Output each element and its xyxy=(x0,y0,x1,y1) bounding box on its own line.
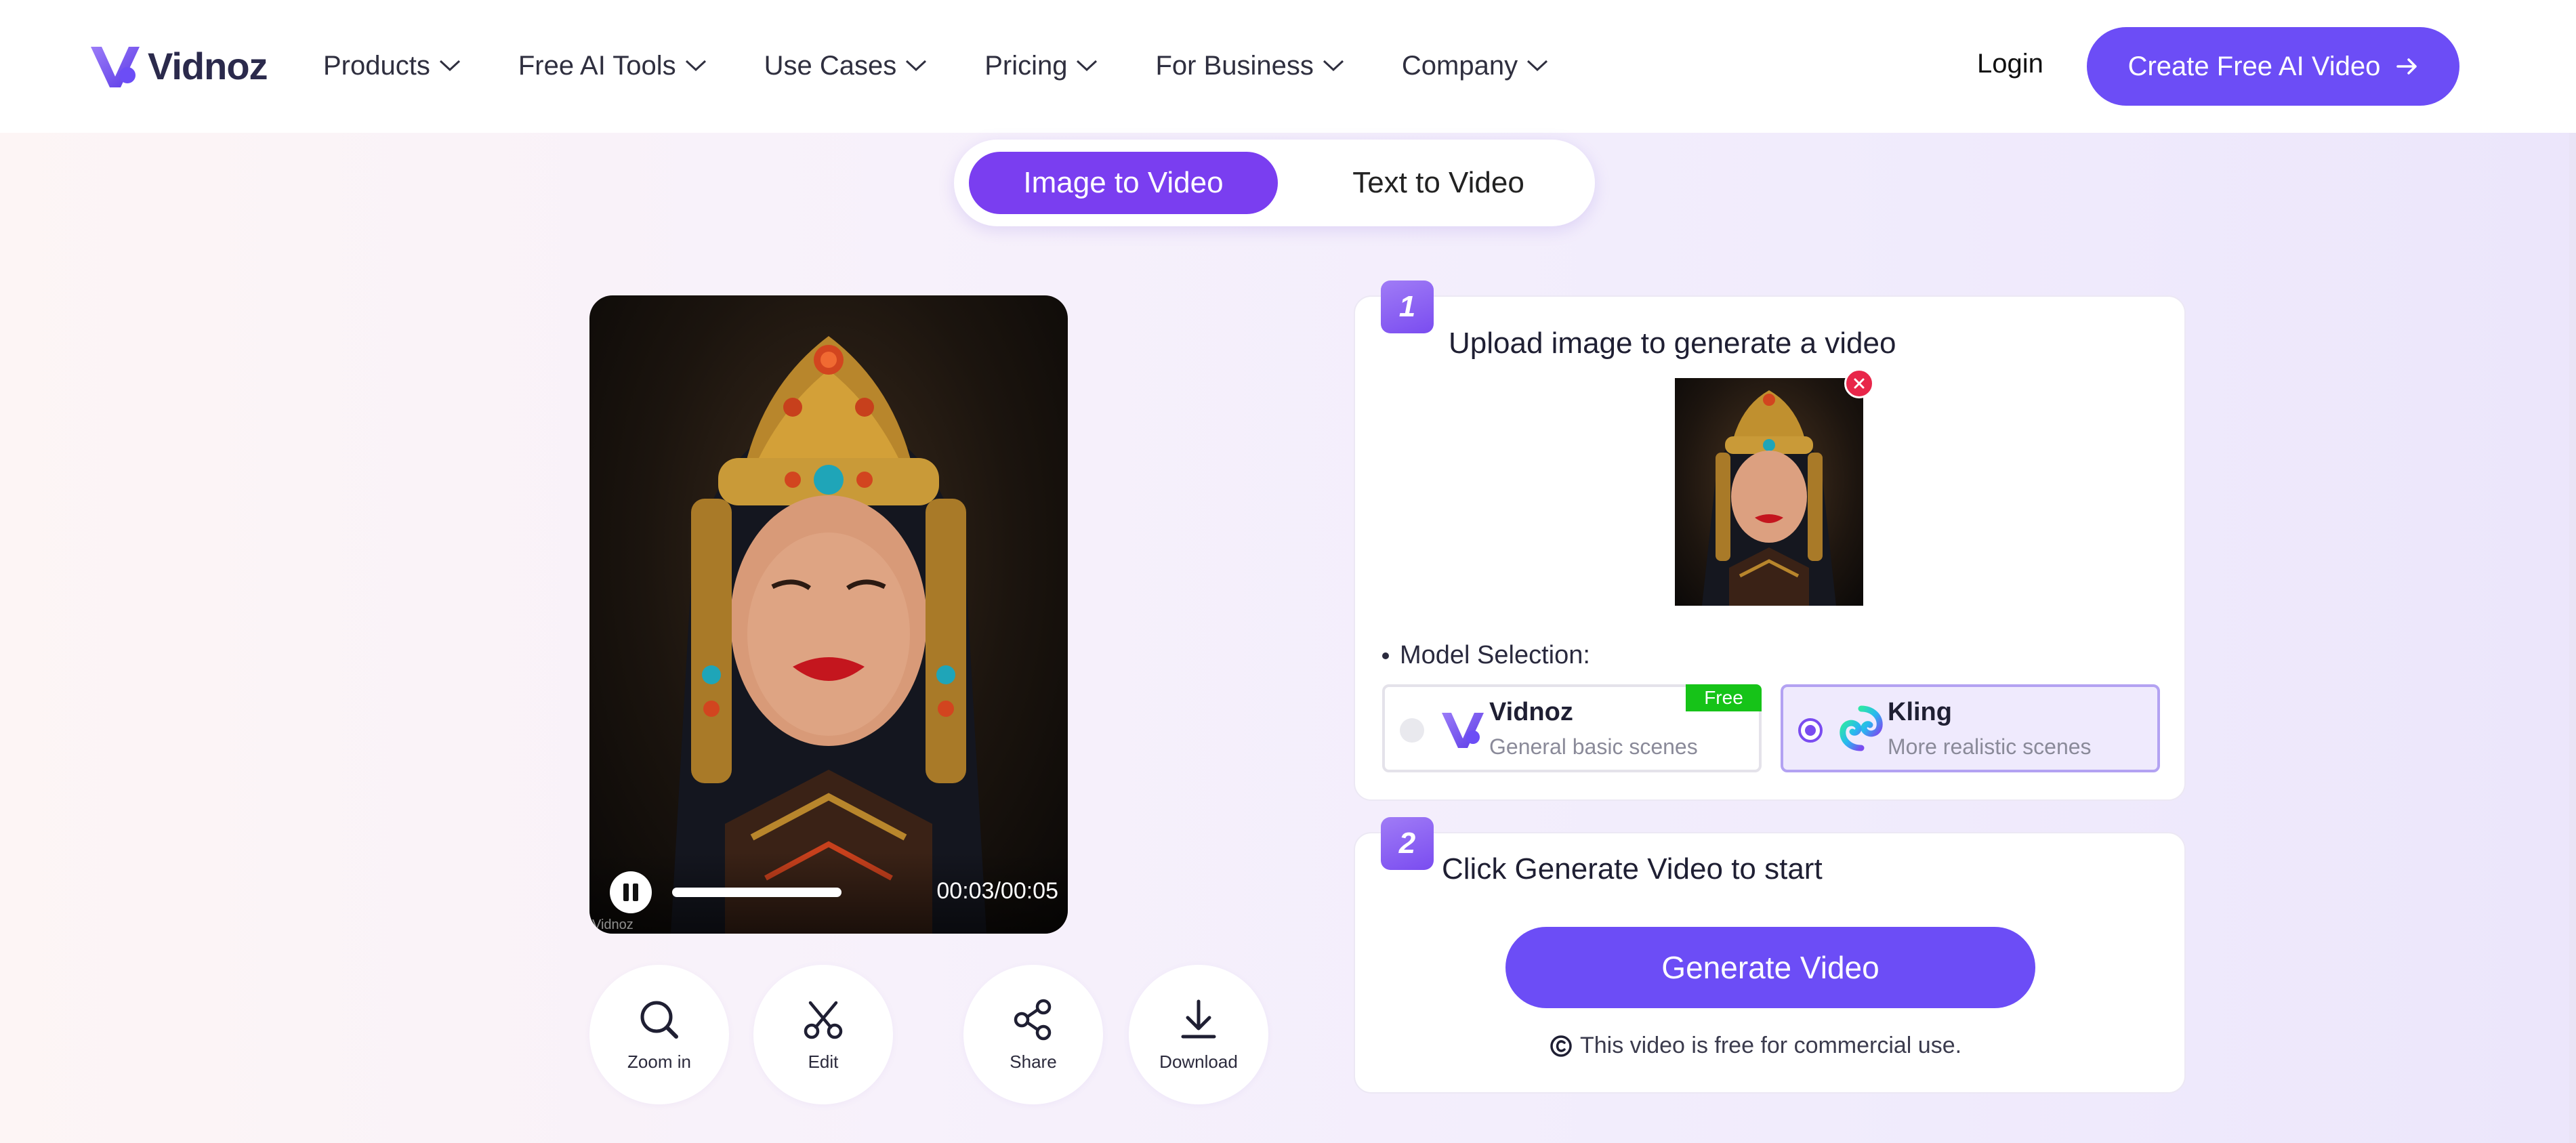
video-player[interactable]: 00:03/00:05 Vidnoz xyxy=(589,295,1068,934)
copyright-icon xyxy=(1550,1035,1572,1057)
generate-step-title: Click Generate Video to start xyxy=(1442,852,1823,886)
create-free-ai-video-label: Create Free AI Video xyxy=(2127,51,2381,81)
share-button[interactable]: Share xyxy=(963,965,1103,1104)
download-button[interactable]: Download xyxy=(1129,965,1268,1104)
remove-image-button[interactable] xyxy=(1844,369,1874,398)
chevron-down-icon xyxy=(685,60,706,72)
commercial-use-text: This video is free for commercial use. xyxy=(1580,1033,1962,1058)
download-icon xyxy=(1181,999,1216,1038)
free-badge: Free xyxy=(1686,684,1762,711)
vidnoz-model-name: Vidnoz xyxy=(1489,698,1573,726)
edit-button[interactable]: Edit xyxy=(753,965,893,1104)
nav-for-business-label: For Business xyxy=(1155,50,1314,81)
bullet-dot xyxy=(1382,652,1389,659)
zoom-in-label: Zoom in xyxy=(627,1051,691,1072)
model-selection-label: Model Selection: xyxy=(1382,641,1590,670)
pause-icon xyxy=(623,884,629,901)
arrow-right-icon xyxy=(2396,58,2417,75)
nav-products[interactable]: Products xyxy=(323,51,461,81)
chevron-down-icon xyxy=(906,60,927,72)
nav-products-label: Products xyxy=(323,50,430,81)
page-scrollbar[interactable] xyxy=(2569,133,2576,1143)
kling-model-name: Kling xyxy=(1888,698,1952,726)
nav-free-ai-tools-label: Free AI Tools xyxy=(518,50,676,81)
nav-free-ai-tools[interactable]: Free AI Tools xyxy=(518,51,707,81)
edit-label: Edit xyxy=(808,1051,839,1072)
upload-step-card: 1 Upload image to generate a video Model… xyxy=(1354,280,2186,801)
nav-pricing-label: Pricing xyxy=(984,50,1068,81)
nav-pricing[interactable]: Pricing xyxy=(984,51,1098,81)
commercial-use-note: This video is free for commercial use. xyxy=(1549,1033,1961,1059)
logo-text: Vidnoz xyxy=(148,44,268,87)
vidnoz-model-icon xyxy=(1442,713,1484,748)
video-timecode: 00:03/00:05 xyxy=(936,878,1058,904)
video-controls: 00:03/00:05 Vidnoz xyxy=(589,852,1068,934)
model-selection-text: Model Selection: xyxy=(1400,641,1590,669)
nav-company-label: Company xyxy=(1401,50,1518,81)
create-free-ai-video-button[interactable]: Create Free AI Video xyxy=(2087,27,2459,106)
top-header: Vidnoz Products Free AI Tools Use Cases … xyxy=(0,0,2576,133)
nav-use-cases-label: Use Cases xyxy=(764,50,897,81)
tab-image-to-video[interactable]: Image to Video xyxy=(969,152,1278,214)
login-link[interactable]: Login xyxy=(1977,49,2043,79)
share-label: Share xyxy=(1010,1051,1057,1072)
zoom-in-icon xyxy=(640,1001,678,1039)
chevron-down-icon xyxy=(439,60,460,72)
vidnoz-logo-icon xyxy=(91,47,140,87)
kling-model-desc: More realistic scenes xyxy=(1888,734,2092,759)
portrait-video-frame xyxy=(671,336,986,934)
uploaded-portrait-image xyxy=(1702,390,1836,606)
model-option-kling[interactable]: Kling More realistic scenes xyxy=(1781,684,2160,772)
video-progress-bar[interactable] xyxy=(672,888,842,897)
nav-company[interactable]: Company xyxy=(1402,51,1549,81)
mode-toggle: Image to Video Text to Video xyxy=(954,140,1595,226)
chevron-down-icon xyxy=(1323,60,1344,72)
tab-text-to-video[interactable]: Text to Video xyxy=(1293,152,1584,214)
share-icon xyxy=(1014,999,1052,1040)
video-watermark: Vidnoz xyxy=(592,917,633,932)
scissors-icon xyxy=(804,1001,843,1039)
nav-for-business[interactable]: For Business xyxy=(1155,51,1344,81)
vidnoz-logo[interactable]: Vidnoz xyxy=(87,35,268,96)
step-2-badge: 2 xyxy=(1381,817,1434,870)
chevron-down-icon xyxy=(1077,60,1098,72)
upload-step-title: Upload image to generate a video xyxy=(1449,327,1896,360)
kling-radio[interactable] xyxy=(1798,718,1823,743)
zoom-in-button[interactable]: Zoom in xyxy=(589,965,729,1104)
generate-video-button[interactable]: Generate Video xyxy=(1505,927,2035,1008)
pause-button[interactable] xyxy=(610,871,652,913)
main-nav: Products Free AI Tools Use Cases Pricing… xyxy=(323,42,1606,89)
vidnoz-model-desc: General basic scenes xyxy=(1489,734,1698,759)
step-1-badge: 1 xyxy=(1381,280,1434,333)
model-option-vidnoz[interactable]: Vidnoz General basic scenes Free xyxy=(1382,684,1762,772)
download-label: Download xyxy=(1159,1051,1238,1072)
uploaded-image-thumbnail[interactable] xyxy=(1675,378,1863,606)
chevron-down-icon xyxy=(1527,60,1548,72)
pause-icon-bar xyxy=(633,884,638,901)
vidnoz-radio[interactable] xyxy=(1400,718,1424,743)
close-icon xyxy=(1854,378,1865,389)
kling-model-icon xyxy=(1840,705,1883,751)
nav-use-cases[interactable]: Use Cases xyxy=(764,51,928,81)
generate-step-card: 2 Click Generate Video to start Generate… xyxy=(1354,817,2186,1094)
